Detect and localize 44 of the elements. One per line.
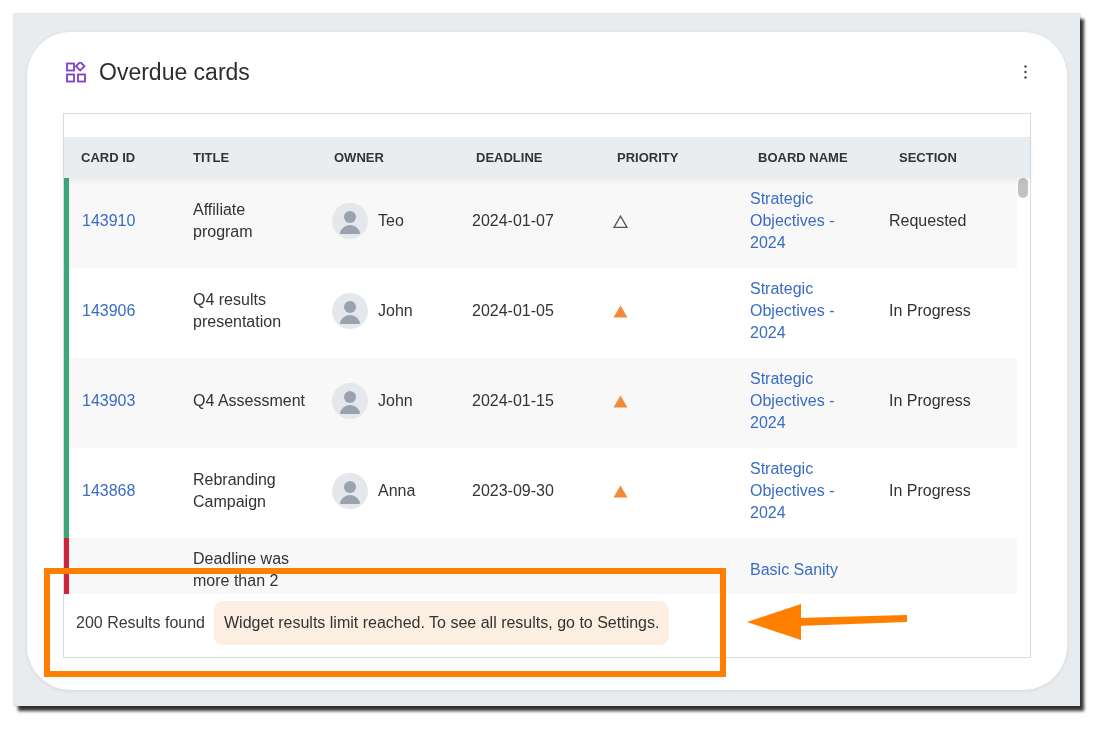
owner-name: John bbox=[378, 301, 413, 321]
card-title: Deadline was more than 2 bbox=[193, 549, 291, 591]
section-name: In Progress bbox=[889, 481, 971, 501]
card-title: Q4 Assessment bbox=[193, 391, 306, 411]
column-header: BOARD NAME bbox=[758, 149, 848, 166]
section-name: Requested bbox=[889, 211, 967, 231]
board-link[interactable]: Strategic Objectives - 2024 bbox=[750, 368, 860, 434]
vertical-dots-icon bbox=[1023, 65, 1027, 79]
avatar-icon bbox=[332, 293, 368, 329]
card-id-link[interactable]: 143868 bbox=[82, 480, 136, 502]
deadline-date: 2024-01-05 bbox=[472, 301, 554, 321]
card-id-link[interactable]: 143906 bbox=[82, 300, 136, 322]
column-header: CARD ID bbox=[81, 149, 136, 166]
owner-name: John bbox=[378, 391, 413, 411]
board-link[interactable]: Basic Sanity bbox=[750, 559, 839, 581]
avatar-icon bbox=[332, 473, 368, 509]
column-header: SECTION bbox=[899, 149, 957, 166]
avatar-icon bbox=[332, 203, 368, 239]
avatar-icon bbox=[332, 383, 368, 419]
card-id-link[interactable]: 143903 bbox=[82, 390, 136, 412]
deadline-date: 2024-01-07 bbox=[472, 211, 554, 231]
widget-title: Overdue cards bbox=[99, 60, 250, 84]
card-title: Rebranding Campaign bbox=[193, 470, 277, 512]
card-title: Affiliate program bbox=[193, 200, 254, 242]
deadline-date: 2023-09-30 bbox=[472, 481, 554, 501]
column-header: OWNER bbox=[334, 149, 384, 166]
column-header: TITLE bbox=[193, 149, 230, 166]
owner-name: Teo bbox=[378, 211, 404, 231]
column-header: DEADLINE bbox=[476, 149, 543, 166]
shapes-grid-icon bbox=[66, 61, 87, 83]
board-link[interactable]: Strategic Objectives - 2024 bbox=[750, 458, 860, 524]
scrollbar-thumb[interactable] bbox=[1018, 178, 1028, 198]
card-title: Q4 results presentation bbox=[193, 290, 283, 332]
column-header: PRIORITY bbox=[617, 149, 679, 166]
card-id-link[interactable]: 143910 bbox=[82, 210, 136, 232]
results-count: 200 Results found bbox=[76, 613, 205, 633]
board-link[interactable]: Strategic Objectives - 2024 bbox=[750, 188, 860, 254]
board-link[interactable]: Strategic Objectives - 2024 bbox=[750, 278, 860, 344]
section-name: In Progress bbox=[889, 301, 971, 321]
arrow-icon bbox=[747, 602, 907, 640]
section-name: In Progress bbox=[889, 391, 971, 411]
limit-notice: Widget results limit reached. To see all results, go to Settings. bbox=[214, 601, 670, 645]
deadline-date: 2024-01-15 bbox=[472, 391, 554, 411]
owner-name: Anna bbox=[378, 481, 416, 501]
